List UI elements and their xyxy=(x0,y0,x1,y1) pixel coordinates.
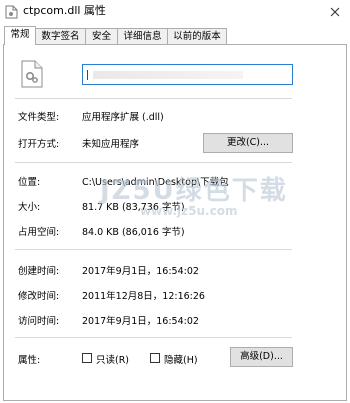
tab-security[interactable]: 安全 xyxy=(85,28,118,44)
opens-with-value: 未知应用程序 xyxy=(82,139,140,150)
tab-digital-signatures[interactable]: 数字签名 xyxy=(35,28,86,44)
divider xyxy=(15,337,292,338)
opens-with-label: 打开方式: xyxy=(18,139,60,150)
modified-label: 修改时间: xyxy=(18,291,60,302)
hidden-checkbox[interactable] xyxy=(150,353,160,363)
file-name-input[interactable] xyxy=(82,64,293,85)
readonly-checkbox[interactable] xyxy=(82,353,92,363)
tab-previous-versions[interactable]: 以前的版本 xyxy=(167,28,227,44)
size-label: 大小: xyxy=(18,202,41,213)
accessed-label: 访问时间: xyxy=(18,316,60,327)
accessed-value: 2017年9月1日，16:54:02 xyxy=(82,316,199,327)
size-on-disk-label: 占用空间: xyxy=(18,227,60,238)
watermark-main-text: JZ5U绿色下载 xyxy=(100,176,288,206)
advanced-button[interactable]: 高级(D)... xyxy=(230,347,293,367)
dll-file-icon xyxy=(5,5,18,19)
blurred-file-name xyxy=(93,71,243,79)
window-title: ctpcom.dll 属性 xyxy=(23,4,106,17)
location-label: 位置: xyxy=(18,177,41,188)
text-cursor xyxy=(87,70,88,80)
tab-strip: 常规 数字签名 安全 详细信息 以前的版本 xyxy=(4,26,346,45)
hidden-label[interactable]: 隐藏(H) xyxy=(164,352,198,366)
divider xyxy=(15,98,292,99)
tab-details[interactable]: 详细信息 xyxy=(117,28,168,44)
close-icon xyxy=(330,7,340,17)
created-label: 创建时间: xyxy=(18,266,60,277)
created-value: 2017年9月1日，16:54:02 xyxy=(82,266,199,277)
divider xyxy=(15,162,292,163)
modified-value: 2011年12月8日，12:16:26 xyxy=(82,291,205,302)
readonly-label[interactable]: 只读(R) xyxy=(96,352,129,366)
watermark: JZ5U绿色下载 www.jz5u.com xyxy=(100,170,286,240)
change-button[interactable]: 更改(C)... xyxy=(203,133,293,153)
close-button[interactable] xyxy=(320,0,350,24)
divider xyxy=(15,249,292,250)
watermark-url-text: www.jz5u.com xyxy=(140,204,238,218)
attributes-label: 属性: xyxy=(18,355,41,366)
title-bar: ctpcom.dll 属性 xyxy=(0,0,350,24)
file-type-value: 应用程序扩展 (.dll) xyxy=(82,112,164,123)
tab-general[interactable]: 常规 xyxy=(4,26,36,45)
file-large-icon xyxy=(21,60,43,88)
file-type-label: 文件类型: xyxy=(18,112,60,123)
